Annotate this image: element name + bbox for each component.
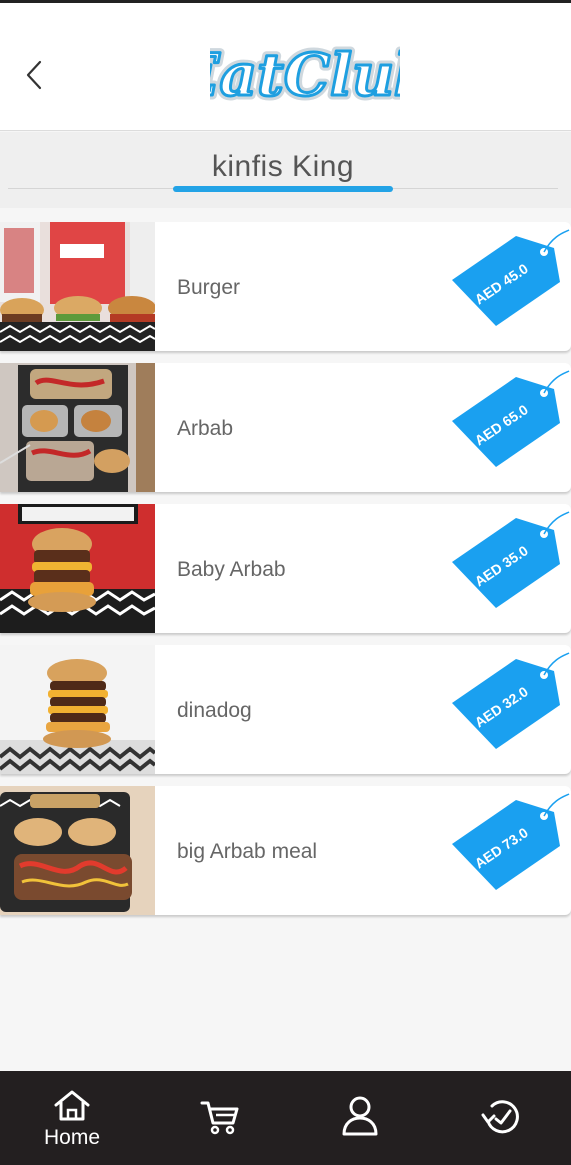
price-tag: AED 35.0 xyxy=(452,511,570,608)
nav-history[interactable] xyxy=(466,1071,536,1165)
menu-item-image xyxy=(0,645,155,774)
menu-item-card[interactable]: Baby Arbab AED 35.0 xyxy=(0,504,571,633)
menu-item-image xyxy=(0,363,155,492)
menu-item-image xyxy=(0,786,155,915)
cart-icon xyxy=(200,1101,239,1135)
menu-item-name: Baby Arbab xyxy=(177,558,286,581)
menu-item-card[interactable]: Arbab AED 65.0 xyxy=(0,363,571,492)
store-title-bar: kinfis King xyxy=(0,132,571,208)
home-icon xyxy=(54,1090,90,1121)
history-icon xyxy=(481,1100,519,1134)
menu-item-name: Arbab xyxy=(177,417,234,440)
menu-item-name: dinadog xyxy=(177,699,252,722)
menu-item-name: Burger xyxy=(177,276,241,299)
nav-home-label: Home xyxy=(43,1126,101,1149)
back-button[interactable] xyxy=(16,53,52,97)
svg-text:EatClub: EatClub xyxy=(210,41,400,109)
menu-item-image xyxy=(0,222,155,351)
app-logo: EatClub EatClub xyxy=(169,27,440,119)
nav-profile[interactable] xyxy=(324,1071,394,1165)
app-header: EatClub EatClub xyxy=(0,3,571,131)
price-tag: AED 32.0 xyxy=(452,652,570,749)
menu-item-image xyxy=(0,504,155,633)
user-icon xyxy=(342,1096,378,1136)
price-tag: AED 45.0 xyxy=(452,229,570,326)
menu-item-card[interactable]: dinadog AED 32.0 xyxy=(0,645,571,774)
store-title: kinfis King xyxy=(211,150,355,183)
bottom-navigation: Home xyxy=(0,1071,571,1165)
chevron-left-icon xyxy=(26,60,42,90)
price-tag: AED 73.0 xyxy=(452,793,570,890)
active-tab-indicator xyxy=(173,186,393,192)
menu-item-card[interactable]: big Arbab meal AED 73.0 xyxy=(0,786,571,915)
menu-item-card[interactable]: Burger AED 45.0 xyxy=(0,222,571,351)
menu-item-name: big Arbab meal xyxy=(177,840,318,863)
price-tag: AED 65.0 xyxy=(452,370,570,467)
nav-cart[interactable] xyxy=(186,1071,256,1165)
nav-home[interactable]: Home xyxy=(20,1071,124,1165)
